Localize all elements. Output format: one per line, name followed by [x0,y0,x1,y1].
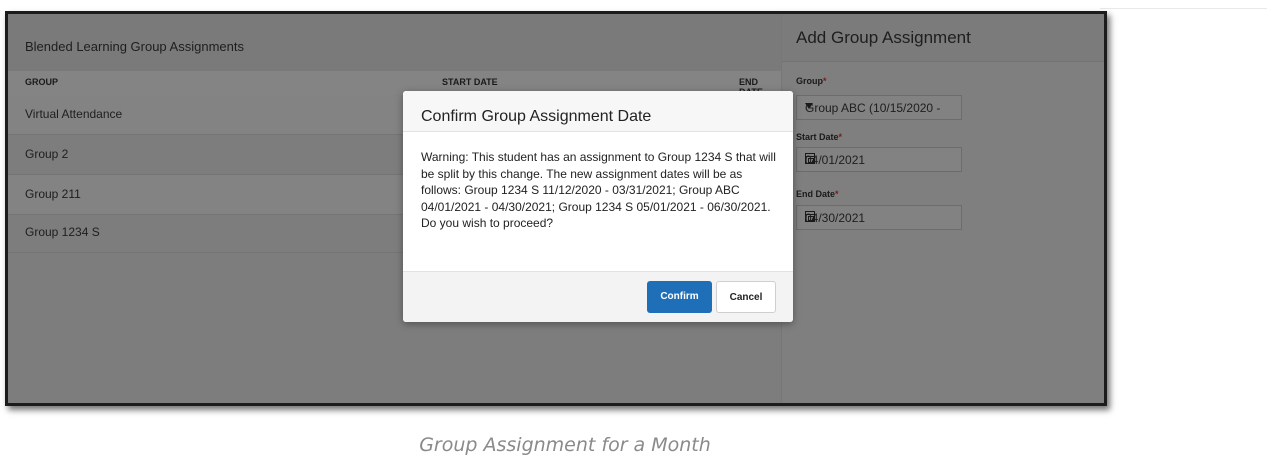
dialog-header: Confirm Group Assignment Date [403,91,793,132]
start-date-field[interactable]: 04/01/2021 [796,147,962,172]
confirm-dialog: Confirm Group Assignment Date Warning: T… [403,91,793,322]
figure-caption: Group Assignment for a Month [419,434,711,456]
column-header-group[interactable]: GROUP [25,77,58,87]
calendar-icon[interactable] [805,153,815,164]
form-header: Add Group Assignment [782,14,1104,62]
required-marker: * [835,189,839,199]
column-header-start-date[interactable]: START DATE [442,77,498,87]
required-marker: * [823,76,827,86]
screenshot-frame: Blended Learning Group Assignments GROUP… [5,11,1107,406]
dialog-message: Warning: This student has an assignment … [421,150,776,230]
group-label: Group* [796,76,827,86]
group-select[interactable]: Group ABC (10/15/2020 - [796,95,962,120]
dialog-footer: Confirm Cancel [403,271,793,322]
group-select-value: Group ABC (10/15/2020 - [805,101,941,115]
group-cell: Group 1234 S [25,225,100,239]
dialog-title: Confirm Group Assignment Date [421,108,652,125]
panel-title: Blended Learning Group Assignments [25,39,244,54]
calendar-icon[interactable] [805,211,815,222]
required-marker: * [838,132,843,142]
end-date-label: End Date* [796,189,839,199]
add-group-assignment-panel: Add Group Assignment Group* Group ABC (1… [781,14,1104,403]
end-date-field[interactable]: 04/30/2021 [796,205,962,230]
group-cell: Group 2 [25,147,69,161]
group-cell: Virtual Attendance [25,107,123,121]
confirm-button[interactable]: Confirm [647,281,712,313]
start-date-label: Start Date* [796,132,843,142]
cancel-button[interactable]: Cancel [716,281,776,313]
form-title: Add Group Assignment [796,28,971,47]
group-cell: Group 211 [25,187,81,201]
divider [1100,8,1267,9]
dropdown-arrow-icon [805,103,813,109]
panel-header: Blended Learning Group Assignments [8,14,781,75]
